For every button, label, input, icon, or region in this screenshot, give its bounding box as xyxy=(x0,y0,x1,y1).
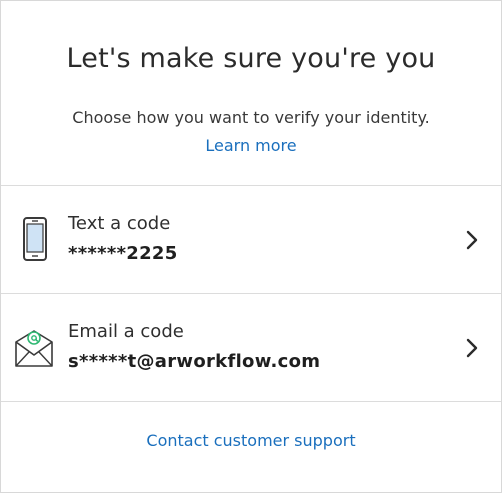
email-code-option[interactable]: Email a code s*****t@arworkflow.com xyxy=(1,294,501,401)
chevron-right-icon xyxy=(466,230,478,250)
chevron-right-icon xyxy=(466,338,478,358)
divider-bottom xyxy=(1,401,501,402)
verify-identity-card: Let's make sure you're you Choose how yo… xyxy=(0,0,502,493)
masked-phone-number: ******2225 xyxy=(68,243,178,264)
contact-support-link[interactable]: Contact customer support xyxy=(1,431,501,450)
phone-icon xyxy=(23,217,47,261)
email-code-label: Email a code xyxy=(68,321,184,342)
learn-more-link[interactable]: Learn more xyxy=(1,136,501,155)
envelope-icon xyxy=(15,330,53,367)
page-title: Let's make sure you're you xyxy=(66,43,436,74)
text-code-option[interactable]: Text a code ******2225 xyxy=(1,186,501,293)
page-subtitle: Choose how you want to verify your ident… xyxy=(72,108,430,127)
text-code-label: Text a code xyxy=(68,213,171,234)
masked-email-address: s*****t@arworkflow.com xyxy=(68,351,321,372)
